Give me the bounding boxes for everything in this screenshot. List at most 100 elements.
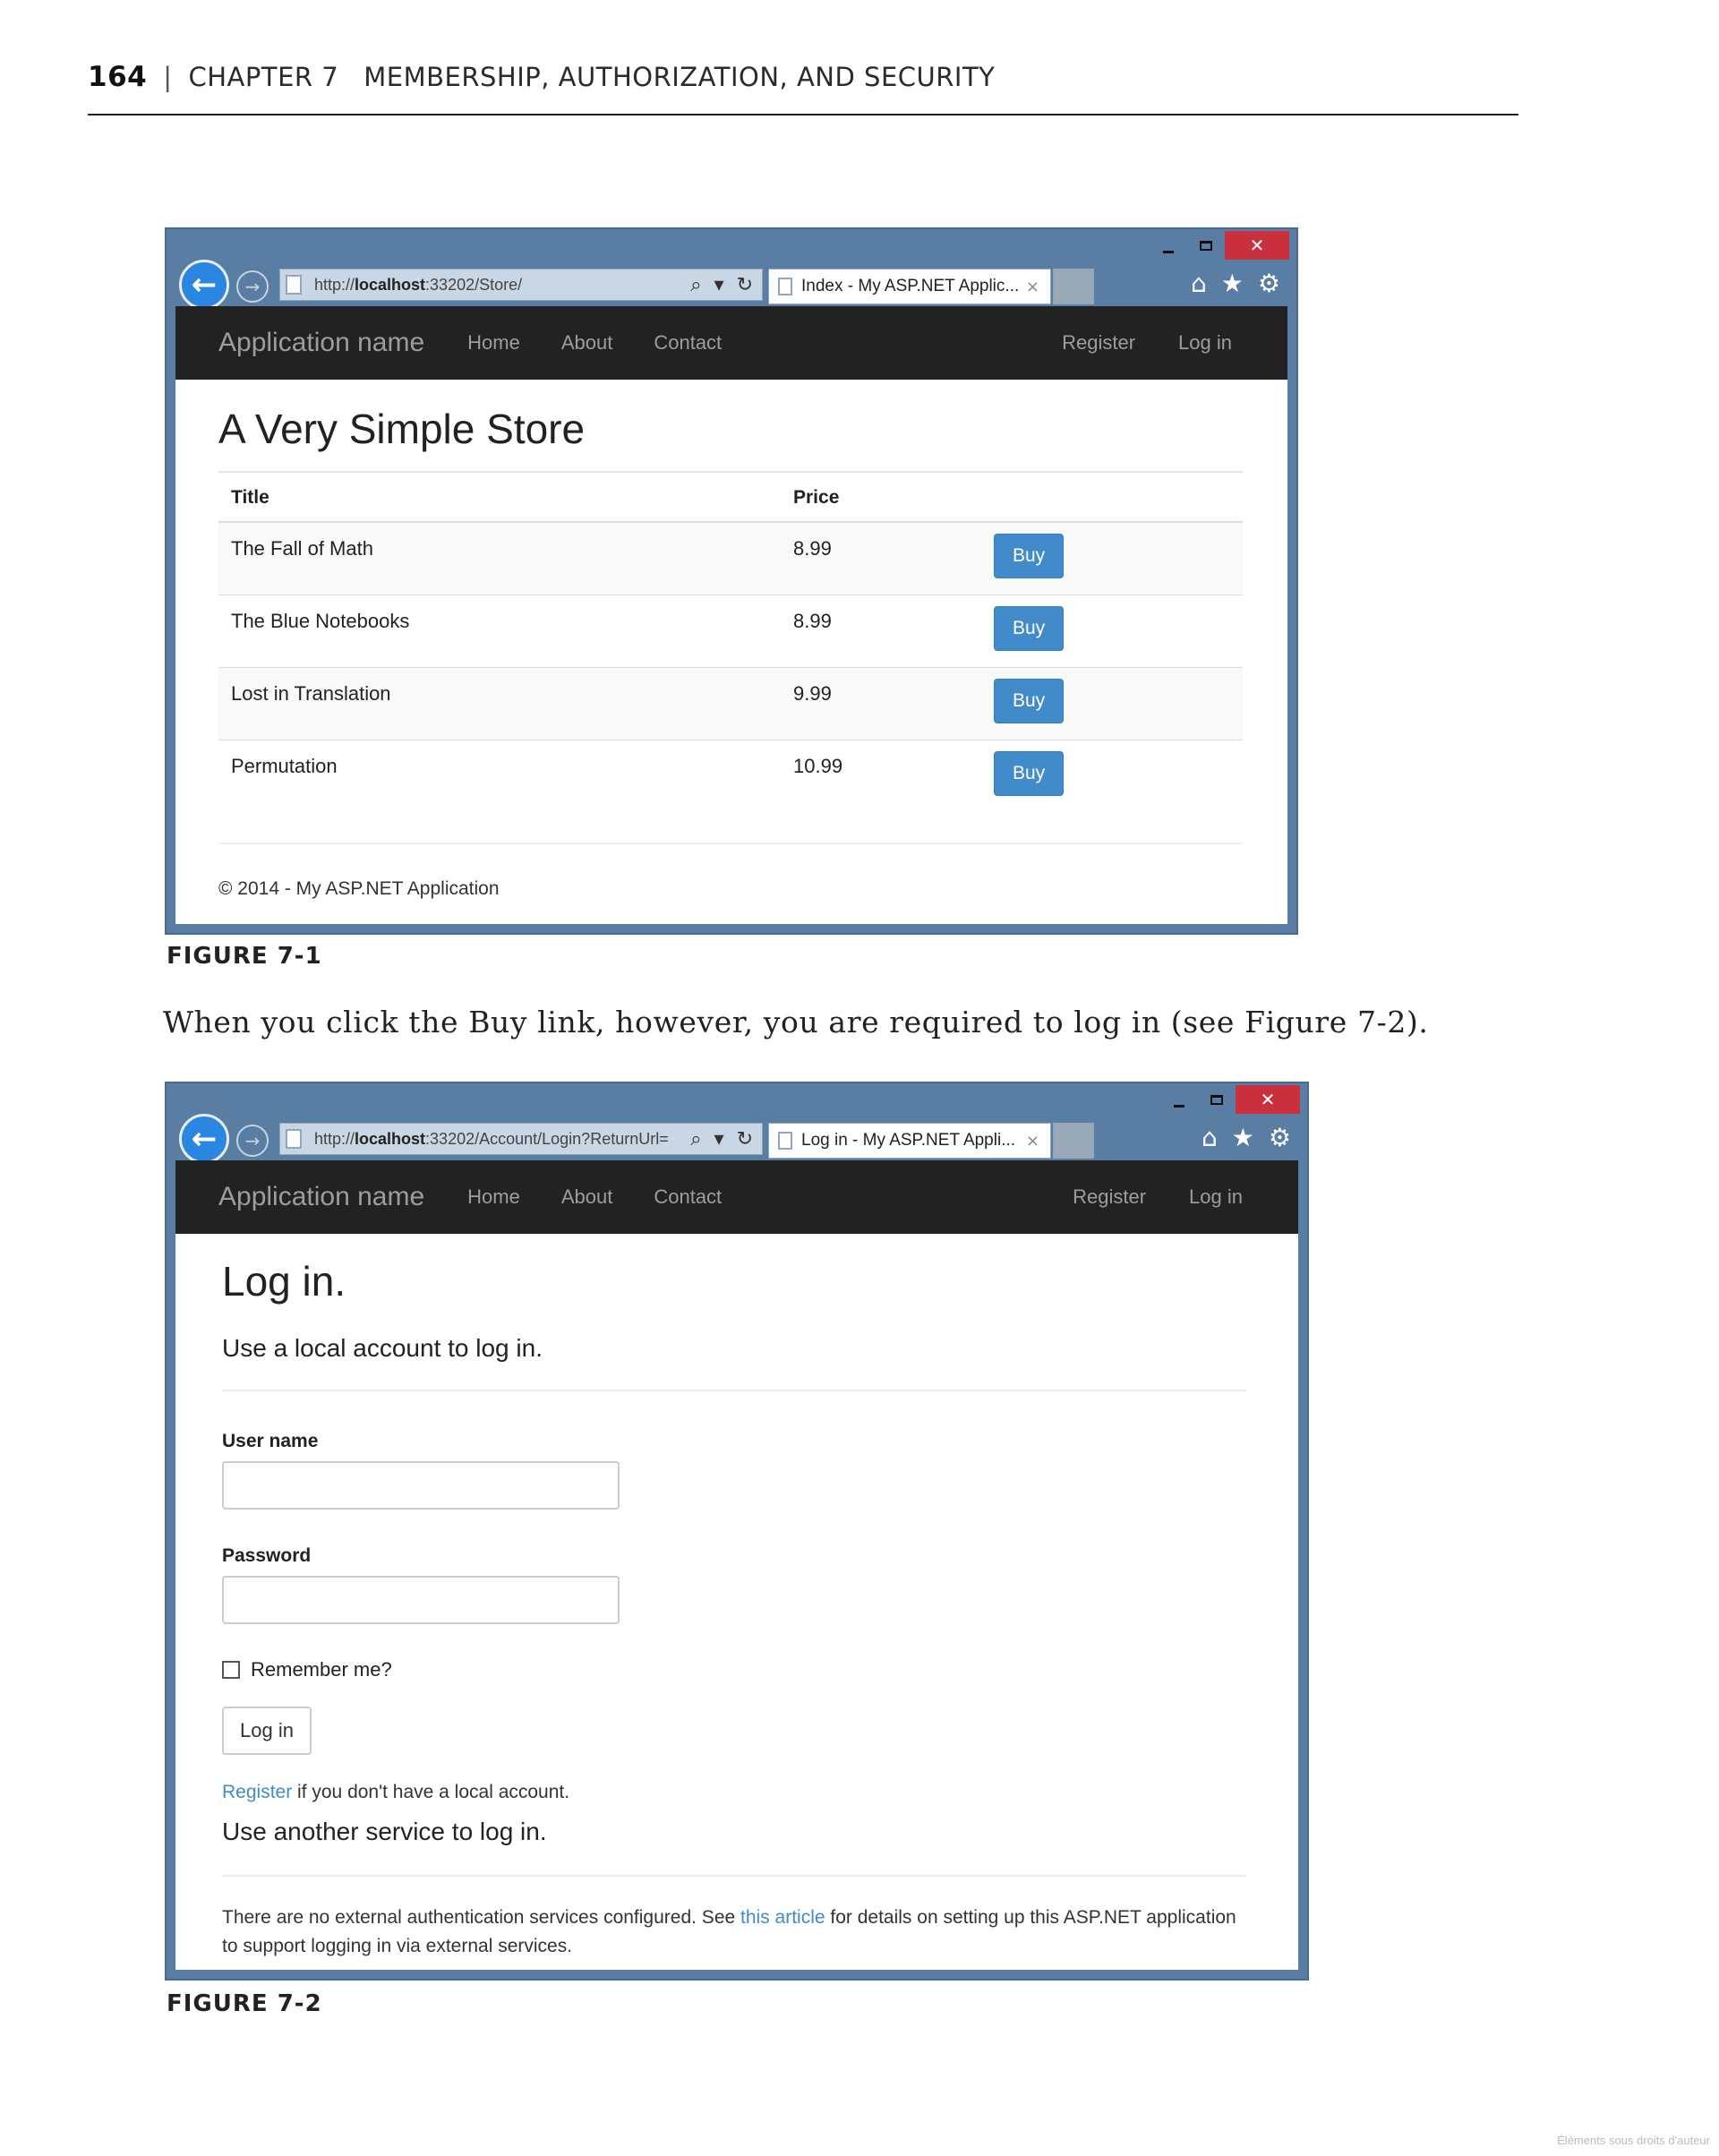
window-controls: ✕ (1160, 1085, 1300, 1114)
table-row: Permutation 10.99 Buy (218, 739, 1243, 812)
gear-icon[interactable]: ⚙ (1258, 269, 1280, 298)
refresh-icon[interactable]: ↻ (737, 1128, 753, 1151)
tab-close-icon[interactable]: × (1026, 1132, 1039, 1151)
cell-action: Buy (981, 666, 1243, 740)
chevron-down-icon[interactable]: ▾ (714, 274, 724, 296)
remember-me-label: Remember me? (251, 1658, 392, 1681)
register-suffix: if you don't have a local account. (292, 1782, 570, 1802)
browser-tab[interactable]: Index - My ASP.NET Applic... × (768, 269, 1051, 304)
new-tab-button[interactable] (1053, 269, 1094, 304)
register-link[interactable]: Register (222, 1782, 292, 1802)
brand-link[interactable]: Application name (218, 1182, 424, 1212)
brand-link[interactable]: Application name (218, 328, 424, 358)
nav-link-register[interactable]: Register (1062, 331, 1135, 355)
maximize-icon (1200, 240, 1212, 251)
buy-button[interactable]: Buy (994, 750, 1065, 796)
page-icon (778, 278, 792, 295)
cell-title: Lost in Translation (218, 666, 781, 740)
body-paragraph: When you click the Buy link, however, yo… (163, 1005, 1429, 1040)
register-line: Register if you don't have a local accou… (222, 1782, 1252, 1803)
section-divider (222, 1390, 1246, 1391)
maximize-button[interactable] (1198, 1085, 1236, 1114)
header-rule (88, 114, 1518, 116)
forward-arrow-icon: → (244, 276, 261, 297)
browser-tab[interactable]: Log in - My ASP.NET Appli... × (768, 1123, 1051, 1159)
cell-action: Buy (981, 594, 1243, 667)
chevron-down-icon[interactable]: ▾ (714, 1128, 724, 1151)
url-prefix: http:// (314, 275, 355, 294)
figure-1-browser-window: ✕ ← → http://localhost:33202/Store/ ⌕ ▾ … (165, 227, 1298, 935)
buy-button[interactable]: Buy (994, 605, 1065, 651)
page-icon (286, 275, 302, 295)
chapter-label: CHAPTER 7 (188, 62, 339, 92)
cell-price: 8.99 (781, 521, 981, 595)
nav-link-register[interactable]: Register (1073, 1185, 1146, 1209)
refresh-icon[interactable]: ↻ (737, 274, 753, 296)
address-bar[interactable]: http://localhost:33202/Account/Login?Ret… (279, 1123, 763, 1155)
search-icon[interactable]: ⌕ (690, 274, 701, 296)
nav-link-home[interactable]: Home (467, 331, 520, 355)
nav-link-login[interactable]: Log in (1189, 1185, 1243, 1209)
nav-link-login[interactable]: Log in (1178, 331, 1232, 355)
other-service-heading: Use another service to log in. (222, 1818, 547, 1845)
remember-me-checkbox[interactable] (222, 1661, 240, 1679)
nav-link-about[interactable]: About (561, 331, 613, 355)
new-tab-button[interactable] (1053, 1123, 1094, 1159)
column-header-action (981, 471, 1243, 523)
column-header-price: Price (781, 471, 981, 523)
forward-button[interactable]: → (236, 1125, 269, 1157)
close-window-button[interactable]: ✕ (1225, 231, 1289, 260)
page-title: A Very Simple Store (218, 406, 586, 452)
tab-title: Log in - My ASP.NET Appli... (801, 1131, 1016, 1150)
window-controls: ✕ (1150, 231, 1289, 260)
url-host: localhost (355, 1129, 426, 1148)
tab-close-icon[interactable]: × (1026, 278, 1039, 296)
forward-button[interactable]: → (236, 270, 269, 303)
nav-link-contact[interactable]: Contact (654, 1185, 722, 1209)
buy-button[interactable]: Buy (994, 534, 1065, 578)
nav-link-about[interactable]: About (561, 1185, 613, 1209)
gear-icon[interactable]: ⚙ (1269, 1123, 1291, 1152)
column-header-title: Title (218, 471, 781, 523)
site-navbar: Application name Home About Contact Regi… (175, 306, 1287, 380)
page-viewport: Application name Home About Contact Regi… (175, 1160, 1298, 1970)
address-bar[interactable]: http://localhost:33202/Store/ ⌕ ▾ ↻ (279, 269, 763, 301)
login-subtitle: Use a local account to log in. (222, 1334, 543, 1362)
cell-title: The Fall of Math (218, 521, 781, 595)
star-icon[interactable]: ★ (1232, 1123, 1254, 1152)
username-input[interactable] (222, 1461, 620, 1510)
browser-toolbar: ⌂ ★ ⚙ (1191, 269, 1280, 298)
browser-toolbar: ⌂ ★ ⚙ (1202, 1123, 1291, 1152)
page-title: Log in. (222, 1258, 346, 1305)
close-icon: ✕ (1260, 1089, 1276, 1110)
maximize-icon (1210, 1094, 1223, 1105)
cell-price: 8.99 (781, 594, 981, 667)
search-icon[interactable]: ⌕ (690, 1128, 701, 1151)
buy-button[interactable]: Buy (994, 678, 1065, 723)
password-label: Password (222, 1545, 312, 1566)
maximize-button[interactable] (1187, 231, 1225, 260)
back-arrow-icon: ← (191, 1121, 218, 1157)
nav-link-home[interactable]: Home (467, 1185, 520, 1209)
figure-1-caption: FIGURE 7-1 (167, 943, 322, 970)
footer-divider (218, 843, 1243, 844)
minimize-button[interactable] (1150, 231, 1187, 260)
home-icon[interactable]: ⌂ (1202, 1123, 1218, 1152)
back-button[interactable]: ← (179, 260, 229, 310)
article-link[interactable]: this article (740, 1907, 825, 1928)
star-icon[interactable]: ★ (1221, 269, 1244, 298)
cell-action: Buy (981, 521, 1243, 595)
back-button[interactable]: ← (179, 1114, 229, 1164)
minimize-icon (1174, 1104, 1184, 1108)
back-arrow-icon: ← (191, 267, 218, 303)
close-window-button[interactable]: ✕ (1236, 1085, 1300, 1114)
minimize-button[interactable] (1160, 1085, 1198, 1114)
home-icon[interactable]: ⌂ (1191, 269, 1207, 298)
nav-link-contact[interactable]: Contact (654, 331, 722, 355)
login-button[interactable]: Log in (222, 1707, 312, 1755)
figure-2-browser-window: ✕ ← → http://localhost:33202/Account/Log… (165, 1082, 1309, 1981)
password-input[interactable] (222, 1576, 620, 1624)
url-rest: :33202/Store/ (425, 275, 523, 294)
minimize-icon (1163, 250, 1174, 253)
external-auth-note: There are no external authentication ser… (222, 1904, 1252, 1961)
